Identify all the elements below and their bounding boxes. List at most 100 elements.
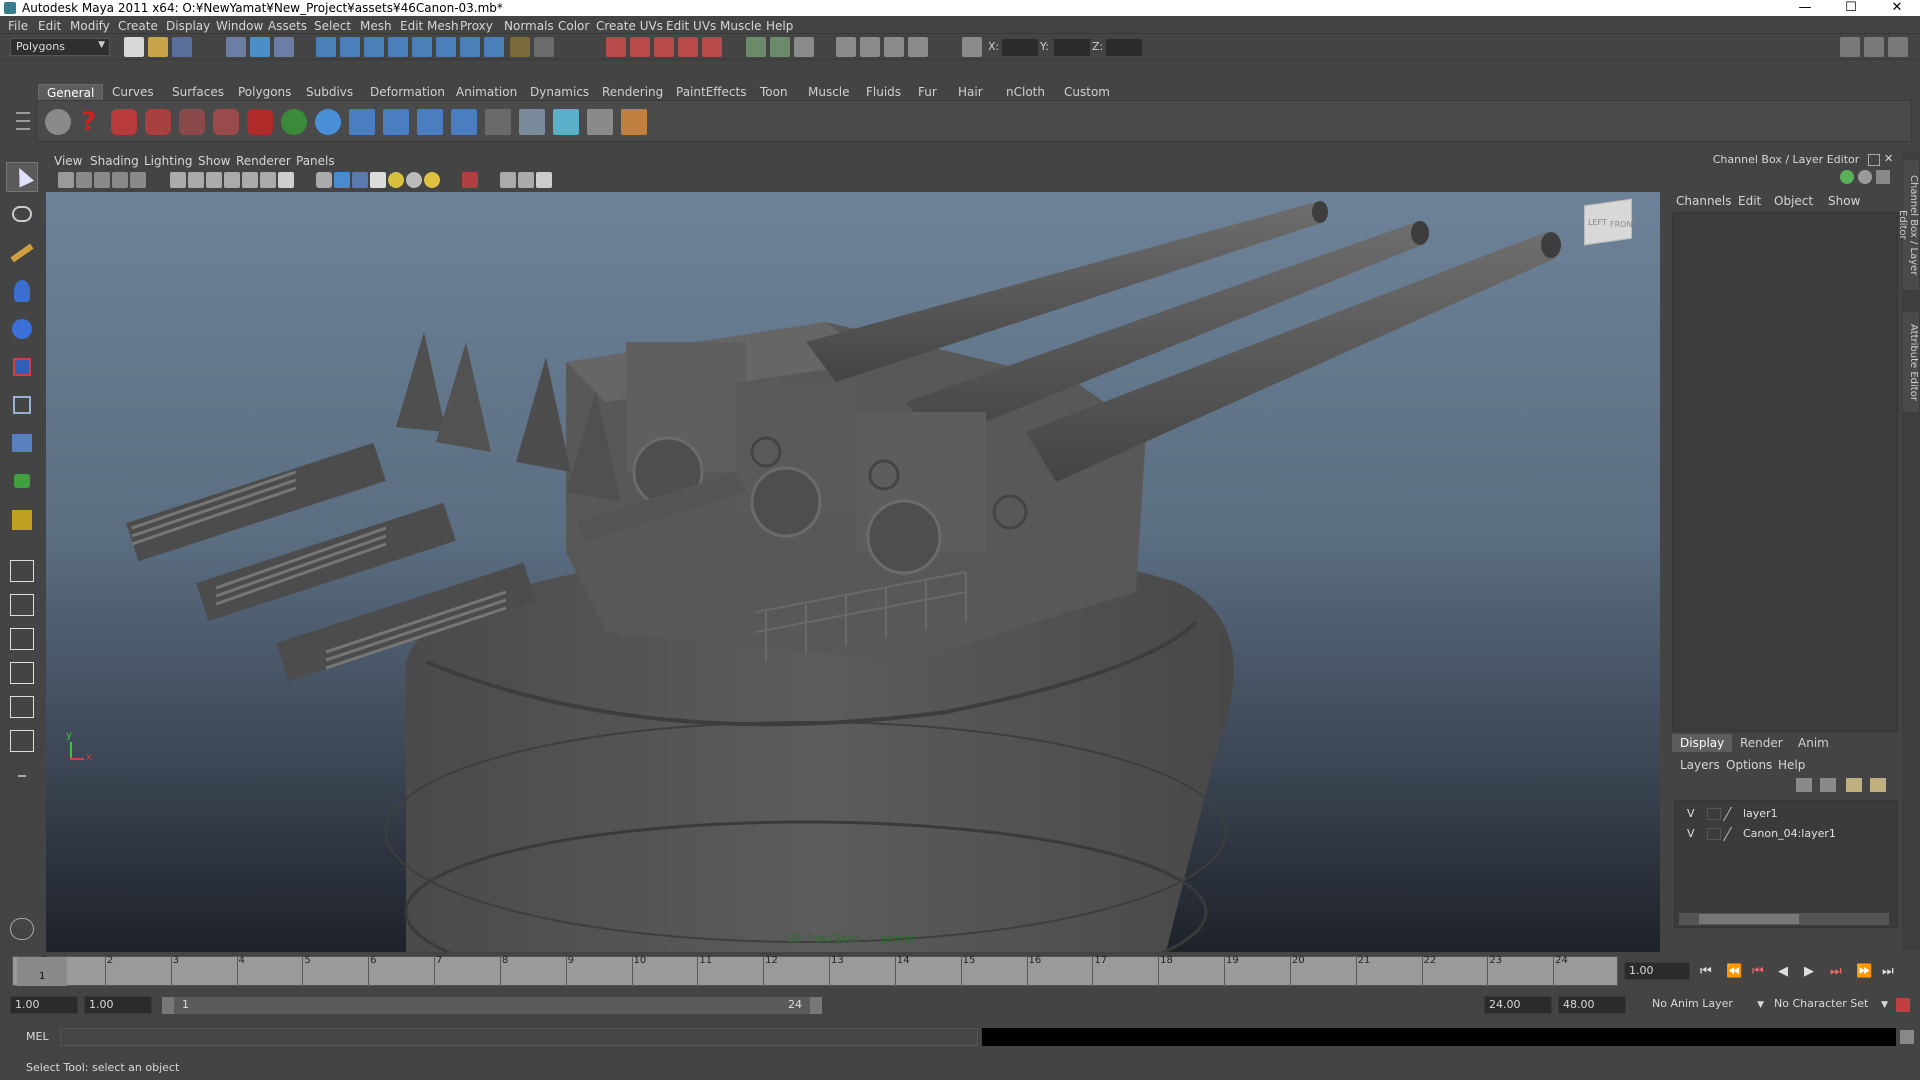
- channel-box-menu-show[interactable]: Show: [1828, 194, 1860, 208]
- step-forward-frame-icon[interactable]: ⏩: [1856, 964, 1872, 979]
- ipr-render-icon[interactable]: [884, 37, 904, 57]
- script-editor-icon[interactable]: [1900, 1030, 1914, 1044]
- hypergraph-icon[interactable]: [519, 109, 545, 135]
- attribute-editor-toggle-icon[interactable]: [1840, 37, 1860, 57]
- highlight-selection-icon[interactable]: [534, 37, 554, 57]
- layer-menu-layers[interactable]: Layers: [1680, 758, 1720, 772]
- y-field[interactable]: [1054, 39, 1090, 56]
- pick-joints-icon[interactable]: [340, 37, 360, 57]
- perspective-viewport[interactable]: LEFT FRONT y x 2D Pan/Zoom : persp: [46, 192, 1660, 952]
- use-default-material-icon[interactable]: [334, 172, 350, 188]
- z-field[interactable]: [1106, 39, 1142, 56]
- sculpt-tool-icon[interactable]: [6, 276, 38, 306]
- tool-settings-toggle-icon[interactable]: [1864, 37, 1884, 57]
- bookmarks-icon[interactable]: [94, 172, 110, 188]
- wireframe-on-shaded-icon[interactable]: [206, 172, 222, 188]
- menu-edit-uvs[interactable]: Edit UVs: [666, 19, 716, 33]
- paint-select-tool-icon[interactable]: [6, 238, 38, 268]
- input-field-mode-icon[interactable]: [962, 37, 982, 57]
- shelf-tab-rendering[interactable]: Rendering: [594, 84, 671, 100]
- new-layer-selected-icon[interactable]: [1820, 778, 1836, 792]
- menu-help[interactable]: Help: [766, 19, 793, 33]
- layer-row[interactable]: V layer1: [1675, 805, 1897, 823]
- menu-create[interactable]: Create: [118, 19, 158, 33]
- menu-create-uvs[interactable]: Create UVs: [596, 19, 663, 33]
- render-view-icon[interactable]: [836, 37, 856, 57]
- collapse-layouts-icon[interactable]: [6, 770, 38, 784]
- maximize-button[interactable]: ☐: [1828, 0, 1874, 16]
- menu-mesh[interactable]: Mesh: [360, 19, 392, 33]
- play-forwards-icon[interactable]: ▶: [1804, 964, 1814, 979]
- render-current-frame-icon[interactable]: [860, 37, 880, 57]
- isolate-select-icon[interactable]: [316, 172, 332, 188]
- pick-mask-icon[interactable]: [316, 37, 336, 57]
- help-question-icon[interactable]: ?: [81, 107, 103, 137]
- single-perspective-layout-icon[interactable]: [6, 556, 38, 586]
- render-icon[interactable]: [553, 109, 579, 135]
- shelf-tab-fluids[interactable]: Fluids: [858, 84, 909, 100]
- menu-set-dropdown[interactable]: Polygons ▼: [10, 38, 110, 56]
- show-manipulator-tool-icon[interactable]: [6, 504, 38, 534]
- menu-color[interactable]: Color: [558, 19, 589, 33]
- paint-brush-icon[interactable]: [621, 109, 647, 135]
- view-cube[interactable]: LEFT FRONT: [1576, 192, 1640, 246]
- hud-toggle-icon[interactable]: [462, 172, 478, 188]
- shelf-tab-animation[interactable]: Animation: [448, 84, 525, 100]
- select-object-icon[interactable]: [250, 37, 270, 57]
- xray-joints-icon[interactable]: [242, 172, 258, 188]
- hypershade-layout-icon[interactable]: [6, 692, 38, 722]
- step-back-key-icon[interactable]: ⏮: [1752, 964, 1764, 979]
- outliner-persp-layout-icon[interactable]: [6, 624, 38, 654]
- viewport-menu-view[interactable]: View: [54, 154, 82, 168]
- flat-lighting-icon[interactable]: [424, 172, 440, 188]
- close-panel-icon[interactable]: ✕: [1884, 152, 1898, 166]
- close-button[interactable]: ✕: [1874, 0, 1920, 16]
- range-start-handle[interactable]: [162, 997, 174, 1014]
- shelf-tab-muscle[interactable]: Muscle: [800, 84, 858, 100]
- x-field[interactable]: [1002, 39, 1038, 56]
- input-ops-icon[interactable]: [746, 37, 766, 57]
- add-selected-layer-icon[interactable]: [1870, 778, 1886, 792]
- step-forward-key-icon[interactable]: ⏭: [1830, 964, 1842, 979]
- new-empty-layer-icon[interactable]: [1796, 778, 1812, 792]
- default-lighting-icon[interactable]: [406, 172, 422, 188]
- go-to-start-icon[interactable]: ⏮: [1700, 964, 1712, 979]
- layer-tab-render[interactable]: Render: [1732, 734, 1791, 752]
- playback-end-field[interactable]: 24.00: [1484, 996, 1552, 1014]
- construction-history-icon[interactable]: [794, 37, 814, 57]
- shelf-tab-curves[interactable]: Curves: [104, 84, 162, 100]
- end-time-field[interactable]: 48.00: [1558, 996, 1626, 1014]
- shelf-tab-fur[interactable]: Fur: [910, 84, 945, 100]
- resolution-gate-icon[interactable]: [278, 172, 294, 188]
- channel-box-menu-edit[interactable]: Edit: [1738, 194, 1761, 208]
- layer-tab-display[interactable]: Display: [1672, 734, 1733, 752]
- image-plane-icon[interactable]: [112, 172, 128, 188]
- dope-sheet-icon[interactable]: [145, 109, 171, 135]
- channel-list[interactable]: [1672, 212, 1898, 732]
- shelf-tab-subdivs[interactable]: Subdivs: [298, 84, 361, 100]
- float-panel-icon[interactable]: [1868, 154, 1880, 166]
- viewport-menu-show[interactable]: Show: [198, 154, 230, 168]
- layer-name[interactable]: layer1: [1743, 805, 1778, 823]
- auto-keyframe-icon[interactable]: [1896, 998, 1910, 1012]
- lock-selection-icon[interactable]: [510, 37, 530, 57]
- open-scene-icon[interactable]: [148, 37, 168, 57]
- camera-attributes-icon[interactable]: [76, 172, 92, 188]
- menu-proxy[interactable]: Proxy: [460, 19, 493, 33]
- go-to-end-icon[interactable]: ⏭: [1882, 964, 1894, 979]
- layer-template-toggle[interactable]: [1707, 808, 1721, 820]
- shelf-tab-painteffects[interactable]: PaintEffects: [668, 84, 754, 100]
- lasso-tool-icon[interactable]: [6, 200, 38, 230]
- two-d-pan-zoom-icon[interactable]: [130, 172, 146, 188]
- snap-to-view-plane-icon[interactable]: [678, 37, 698, 57]
- stereo-icon[interactable]: [536, 172, 552, 188]
- time-slider[interactable]: 123456789101112131415161718192021222324 …: [12, 955, 1618, 987]
- menu-window[interactable]: Window: [216, 19, 263, 33]
- graph-editor-icon[interactable]: [111, 109, 137, 135]
- pick-dynamics-icon[interactable]: [436, 37, 456, 57]
- layer-menu-help[interactable]: Help: [1778, 758, 1805, 772]
- four-view-layout-icon[interactable]: [6, 590, 38, 620]
- sphere-icon[interactable]: [315, 109, 341, 135]
- viewport-menu-panels[interactable]: Panels: [296, 154, 335, 168]
- snap-to-curve-icon[interactable]: [630, 37, 650, 57]
